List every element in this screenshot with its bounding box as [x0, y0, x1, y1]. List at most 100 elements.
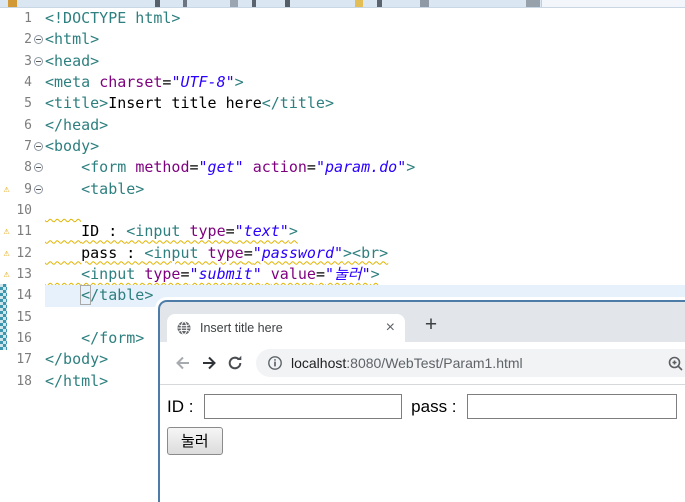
- line-number: 17: [16, 352, 32, 368]
- browser-tab-strip: Insert title here × +: [160, 302, 685, 342]
- code-text-cell[interactable]: <meta charset="UTF-8">: [45, 72, 685, 93]
- code-text-cell[interactable]: ID : <input type="text">: [45, 221, 685, 242]
- back-button[interactable]: [170, 350, 196, 376]
- code-text-cell[interactable]: pass : <input type="password"><br>: [45, 243, 685, 264]
- pass-input[interactable]: [467, 394, 678, 419]
- code-text-cell[interactable]: <input type="submit" value="눌러">: [45, 264, 685, 285]
- code-text-cell[interactable]: </head>: [45, 115, 685, 136]
- line-number: 13: [16, 266, 32, 282]
- browser-navbar: localhost:8080/WebTest/Param1.html: [160, 342, 685, 385]
- annotation-gutter: [0, 200, 13, 221]
- line-number: 18: [16, 373, 32, 389]
- annotation-gutter: [0, 136, 13, 157]
- editor-tab-area-fragment: [541, 0, 685, 7]
- code-text-cell[interactable]: <head>: [45, 51, 685, 72]
- address-bar[interactable]: localhost:8080/WebTest/Param1.html: [256, 349, 685, 377]
- code-line-9[interactable]: ⚠ 9 <table>: [0, 179, 685, 200]
- code-line-11[interactable]: ⚠ 11 ID : <input type="text">: [0, 221, 685, 242]
- line-number: 14: [16, 288, 32, 304]
- forward-button[interactable]: [196, 350, 222, 376]
- fold-collapse-icon[interactable]: [34, 141, 43, 151]
- tab-close-icon[interactable]: ×: [384, 320, 397, 336]
- code-text-cell[interactable]: <title>Insert title here</title>: [45, 93, 685, 114]
- warning-icon[interactable]: ⚠: [0, 179, 13, 200]
- line-number: 16: [16, 330, 32, 346]
- warning-icon[interactable]: ⚠: [0, 243, 13, 264]
- url-host: localhost: [291, 355, 347, 371]
- annotation-gutter: [0, 349, 13, 370]
- warning-icon[interactable]: ⚠: [0, 264, 13, 285]
- warning-icon[interactable]: ⚠: [0, 221, 13, 242]
- line-number: 4: [24, 74, 32, 90]
- code-line-13[interactable]: ⚠ 13 <input type="submit" value="눌러">: [0, 264, 685, 285]
- code-text-cell[interactable]: <table>: [45, 179, 685, 200]
- code-line-4[interactable]: 4 <meta charset="UTF-8">: [0, 72, 685, 93]
- fold-collapse-icon[interactable]: [34, 184, 43, 194]
- page-info-icon[interactable]: [267, 355, 283, 371]
- line-number: 5: [24, 96, 32, 112]
- zoom-in-indicator-icon[interactable]: [667, 355, 685, 373]
- fold-gutter: [34, 371, 45, 392]
- line-number: 12: [16, 245, 32, 261]
- fold-gutter: [34, 349, 45, 370]
- line-number: 1: [24, 11, 32, 26]
- fold-gutter: [34, 93, 45, 114]
- code-text-cell[interactable]: <!DOCTYPE html>: [45, 8, 685, 29]
- code-text-cell[interactable]: [45, 200, 685, 221]
- annotation-gutter: [0, 72, 13, 93]
- url-path: :8080/WebTest/Param1.html: [346, 355, 523, 371]
- fold-gutter: [34, 200, 45, 221]
- fold-gutter: [34, 29, 45, 50]
- submit-button[interactable]: 눌러: [167, 427, 223, 455]
- fold-gutter: [34, 51, 45, 72]
- annotation-gutter: [0, 371, 13, 392]
- toolbar-icon-fragment: [183, 0, 187, 7]
- line-number: 3: [24, 53, 32, 69]
- new-tab-button[interactable]: +: [418, 313, 444, 339]
- fold-collapse-icon[interactable]: [34, 56, 43, 66]
- back-arrow-icon: [176, 356, 189, 370]
- reload-icon: [228, 355, 242, 370]
- id-input[interactable]: [204, 394, 403, 419]
- annotation-gutter: [0, 8, 13, 29]
- toolbar-icon-fragment: [285, 0, 290, 7]
- annotation-gutter: [0, 157, 13, 178]
- line-number: 2: [24, 32, 32, 48]
- tab-title: Insert title here: [200, 321, 283, 335]
- toolbar-strip: [0, 0, 685, 8]
- fold-gutter: [34, 328, 45, 349]
- code-line-1[interactable]: 1 <!DOCTYPE html>: [0, 8, 685, 29]
- code-text-cell[interactable]: <body>: [45, 136, 685, 157]
- fold-collapse-icon[interactable]: [34, 35, 43, 45]
- browser-window: Insert title here × + localhost:8080/Web…: [155, 297, 685, 502]
- form-row: ID : pass :: [167, 394, 685, 419]
- line-number: 10: [16, 202, 32, 218]
- fold-gutter: [34, 136, 45, 157]
- toolbar-icon-fragment: [355, 0, 363, 7]
- code-line-3[interactable]: 3 <head>: [0, 51, 685, 72]
- line-number: 9: [24, 181, 32, 197]
- fold-gutter: [34, 307, 45, 328]
- fold-gutter: [34, 221, 45, 242]
- reload-button[interactable]: [222, 350, 248, 376]
- code-line-12[interactable]: ⚠ 12 pass : <input type="password"><br>: [0, 243, 685, 264]
- toolbar-icon-fragment: [377, 0, 382, 7]
- code-line-5[interactable]: 5 <title>Insert title here</title>: [0, 93, 685, 114]
- browser-tab[interactable]: Insert title here ×: [167, 314, 405, 342]
- code-line-2[interactable]: 2 <html>: [0, 29, 685, 50]
- toolbar-icon-fragment: [155, 0, 160, 7]
- pass-label: pass :: [411, 396, 462, 416]
- annotation-gutter: [0, 93, 13, 114]
- code-line-6[interactable]: 6 </head>: [0, 115, 685, 136]
- line-number: 15: [16, 309, 32, 325]
- toolbar-icon-fragment: [420, 0, 429, 7]
- code-text-cell[interactable]: <form method="get" action="param.do">: [45, 157, 685, 178]
- code-text-cell[interactable]: <html>: [45, 29, 685, 50]
- code-line-7[interactable]: 7 <body>: [0, 136, 685, 157]
- code-line-10[interactable]: 10: [0, 200, 685, 221]
- fold-collapse-icon[interactable]: [34, 163, 43, 173]
- code-line-8[interactable]: 8 <form method="get" action="param.do">: [0, 157, 685, 178]
- annotation-gutter: [0, 29, 13, 50]
- fold-gutter: [34, 115, 45, 136]
- rendered-page: ID : pass : 눌러: [160, 385, 685, 502]
